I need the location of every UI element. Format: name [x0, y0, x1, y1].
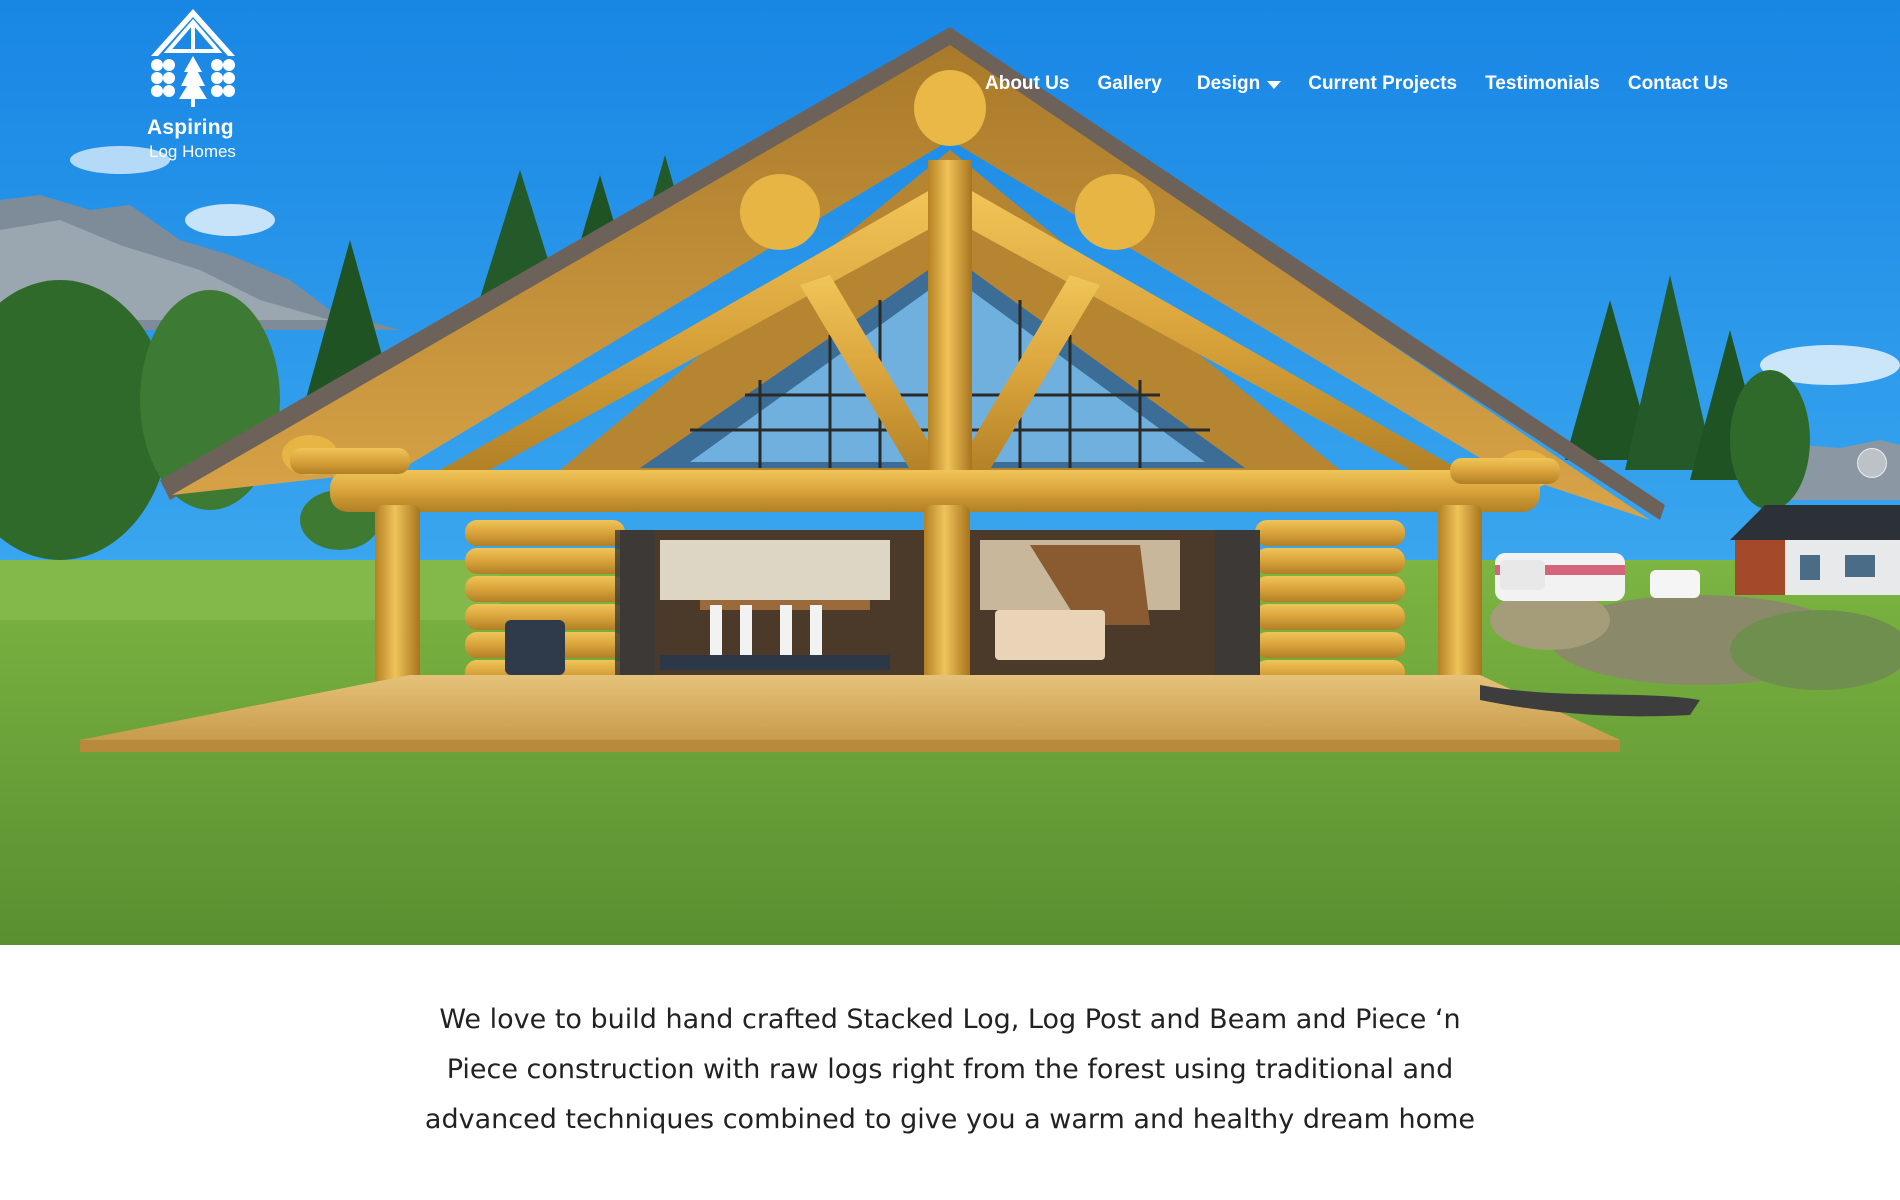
- nav-testimonials[interactable]: Testimonials: [1485, 73, 1600, 95]
- site-header: Aspiring Log Homes About Us Gallery Desi…: [0, 0, 1900, 170]
- intro-text: We love to build hand crafted Stacked Lo…: [424, 1004, 1476, 1135]
- nav-design[interactable]: Design: [1196, 73, 1282, 95]
- nav-gallery-label: Gallery: [1097, 73, 1162, 94]
- nav-current-projects[interactable]: Current Projects: [1308, 73, 1457, 95]
- intro-section: We love to build hand crafted Stacked Lo…: [0, 995, 1900, 1145]
- nav-contact-us[interactable]: Contact Us: [1628, 73, 1728, 95]
- nav-about-us[interactable]: About Us: [985, 73, 1069, 95]
- slider-dot[interactable]: [1857, 448, 1887, 478]
- nav-testimonials-label: Testimonials: [1485, 73, 1600, 94]
- hero-banner: Aspiring Log Homes About Us Gallery Desi…: [0, 0, 1900, 945]
- nav-current-projects-label: Current Projects: [1308, 73, 1458, 94]
- nav-design-label: Design: [1196, 73, 1261, 94]
- log-cabin-logo-icon: [151, 9, 235, 107]
- logo-name: Aspiring: [147, 116, 234, 139]
- main-nav: About Us Gallery Design Current Projects…: [985, 70, 1728, 98]
- logo-tagline: Log Homes: [149, 142, 236, 161]
- nav-contact-us-label: Contact Us: [1627, 73, 1729, 94]
- nav-about-us-label: About Us: [985, 73, 1070, 94]
- nav-gallery[interactable]: Gallery: [1097, 73, 1161, 95]
- logo[interactable]: Aspiring Log Homes: [145, 6, 245, 161]
- caret-down-icon: [1267, 81, 1282, 89]
